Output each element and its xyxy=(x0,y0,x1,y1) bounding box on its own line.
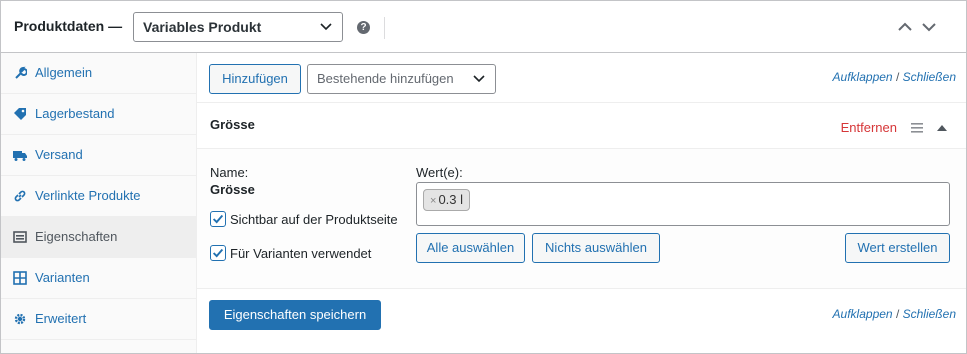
values-input[interactable]: × 0.3 l xyxy=(416,182,950,226)
sidebar-item-label: Verlinkte Produkte xyxy=(35,188,141,203)
sidebar-item-label: Eigenschaften xyxy=(35,229,118,244)
attribute-body: Name: Grösse Sichtbar auf der Produktsei… xyxy=(197,149,966,289)
attributes-footer: Eigenschaften speichern Aufklappen / Sch… xyxy=(197,289,966,353)
product-type-value: Variables Produkt xyxy=(143,19,262,35)
sidebar-item-lagerbestand[interactable]: Lagerbestand xyxy=(1,94,196,135)
toolbar-expand-close: Aufklappen / Schließen xyxy=(833,70,956,84)
header-divider xyxy=(384,17,385,39)
name-label: Name: xyxy=(210,165,249,180)
product-type-select[interactable]: Variables Produkt xyxy=(133,12,343,42)
chevron-down-icon xyxy=(320,23,332,31)
variations-label: Für Varianten verwendet xyxy=(230,246,372,261)
sidebar-item-eigenschaften[interactable]: Eigenschaften xyxy=(1,217,196,258)
value-chip-label: 0.3 l xyxy=(438,192,464,207)
select-all-button[interactable]: Alle auswählen xyxy=(416,233,525,263)
sidebar-item-label: Lagerbestand xyxy=(35,106,115,121)
product-data-tabs: Allgemein Lagerbestand Versand Verlinkte… xyxy=(1,53,197,353)
gear-icon xyxy=(14,313,26,325)
panel-header: Produktdaten — Variables Produkt ? xyxy=(1,1,966,53)
sidebar-item-verlinkte-produkte[interactable]: Verlinkte Produkte xyxy=(1,176,196,217)
panel-title: Produktdaten — xyxy=(14,18,123,34)
truck-icon xyxy=(13,151,27,161)
link-separator: / xyxy=(895,307,900,321)
sidebar-item-label: Erweitert xyxy=(35,311,87,326)
chevron-up-icon[interactable] xyxy=(897,19,913,35)
attributes-toolbar: Hinzufügen Bestehende hinzufügen Aufklap… xyxy=(197,53,966,103)
checkmark-icon xyxy=(212,214,224,224)
values-label: Wert(e): xyxy=(416,165,463,180)
create-value-button[interactable]: Wert erstellen xyxy=(845,233,950,263)
collapse-arrow-icon[interactable] xyxy=(937,124,947,132)
link-icon xyxy=(14,190,26,202)
list-icon xyxy=(13,231,27,243)
sidebar-item-allgemein[interactable]: Allgemein xyxy=(1,53,196,94)
sidebar-item-label: Versand xyxy=(35,147,83,162)
value-chip: × 0.3 l xyxy=(423,189,471,211)
add-attribute-button[interactable]: Hinzufügen xyxy=(209,64,301,94)
attribute-title: Grösse xyxy=(210,117,255,132)
expand-all-link[interactable]: Aufklappen xyxy=(833,70,893,84)
visible-label: Sichtbar auf der Produktseite xyxy=(230,212,398,227)
sidebar-item-varianten[interactable]: Varianten xyxy=(1,258,196,299)
wrench-icon xyxy=(15,66,27,79)
variations-checkbox[interactable] xyxy=(210,245,226,261)
visible-checkbox[interactable] xyxy=(210,211,226,227)
attribute-name-value: Grösse xyxy=(210,182,255,197)
close-all-link[interactable]: Schließen xyxy=(903,307,956,321)
sidebar-item-label: Allgemein xyxy=(35,65,93,80)
chevron-down-icon[interactable] xyxy=(921,19,937,35)
select-none-button[interactable]: Nichts auswählen xyxy=(532,233,660,263)
link-separator: / xyxy=(895,70,900,84)
question-icon[interactable]: ? xyxy=(357,21,370,34)
sidebar-item-erweitert[interactable]: Erweitert xyxy=(1,299,196,340)
product-data-panel: Produktdaten — Variables Produkt ? Allge… xyxy=(0,0,967,354)
remove-attribute-link[interactable]: Entfernen xyxy=(841,120,897,135)
sidebar-item-versand[interactable]: Versand xyxy=(1,135,196,176)
tag-icon xyxy=(14,108,26,120)
grid-icon xyxy=(13,271,27,285)
attribute-header[interactable]: Grösse Entfernen xyxy=(197,103,966,149)
close-all-link[interactable]: Schließen xyxy=(903,70,956,84)
existing-attribute-select[interactable]: Bestehende hinzufügen xyxy=(307,64,496,94)
checkmark-icon xyxy=(212,248,224,258)
footer-expand-close: Aufklappen / Schließen xyxy=(833,307,956,321)
drag-handle-icon[interactable] xyxy=(911,123,923,133)
remove-value-icon[interactable]: × xyxy=(430,195,436,207)
sidebar-item-label: Varianten xyxy=(35,270,90,285)
existing-attribute-placeholder: Bestehende hinzufügen xyxy=(317,71,454,86)
chevron-down-icon xyxy=(473,75,485,83)
save-attributes-button[interactable]: Eigenschaften speichern xyxy=(209,300,381,330)
expand-all-link[interactable]: Aufklappen xyxy=(833,307,893,321)
